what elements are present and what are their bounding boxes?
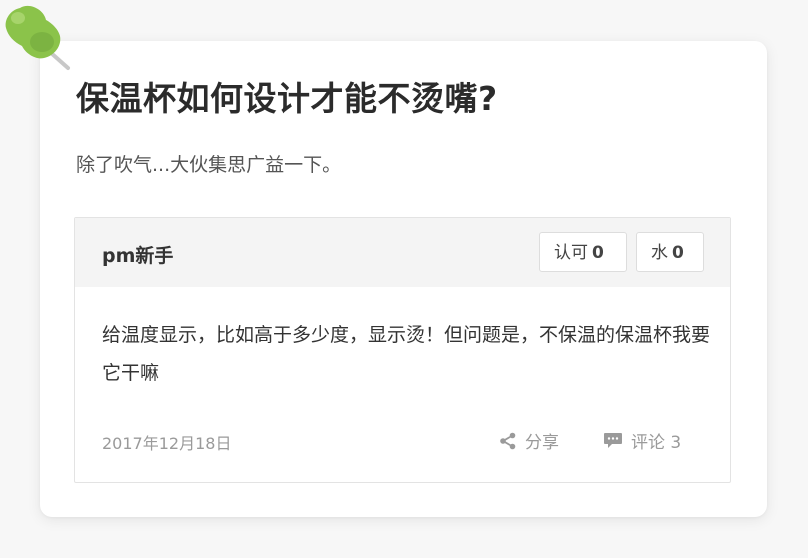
water-count: 0 <box>672 243 684 263</box>
question-title: 保温杯如何设计才能不烫嘴? <box>76 79 498 118</box>
approve-button[interactable]: 认可 0 <box>539 232 627 272</box>
answer-card: pm新手 认可 0 水0 给温度显示，比如高于多少度，显示烫！但问题是，不保温的保… <box>74 217 731 483</box>
approve-label: 认可 <box>554 243 588 263</box>
share-button[interactable]: 分享 <box>499 428 559 453</box>
answer-date: 2017年12月18日 <box>102 434 232 453</box>
comment-label: 评论 3 <box>631 433 682 453</box>
question-description: 除了吹气...大伙集思广益一下。 <box>76 154 342 176</box>
share-icon <box>500 432 516 449</box>
water-button[interactable]: 水0 <box>636 232 704 272</box>
pushpin-icon <box>5 5 70 70</box>
approve-count: 0 <box>592 243 604 263</box>
share-label: 分享 <box>525 433 559 453</box>
comment-icon <box>604 432 622 448</box>
answer-header: pm新手 认可 0 水0 <box>75 218 730 287</box>
answer-body: 给温度显示，比如高于多少度，显示烫！但问题是，不保温的保温杯我要它干嘛 <box>102 324 711 384</box>
answer-author[interactable]: pm新手 <box>102 241 173 268</box>
water-label: 水 <box>651 243 668 263</box>
comment-button[interactable]: 评论 3 <box>603 428 681 453</box>
